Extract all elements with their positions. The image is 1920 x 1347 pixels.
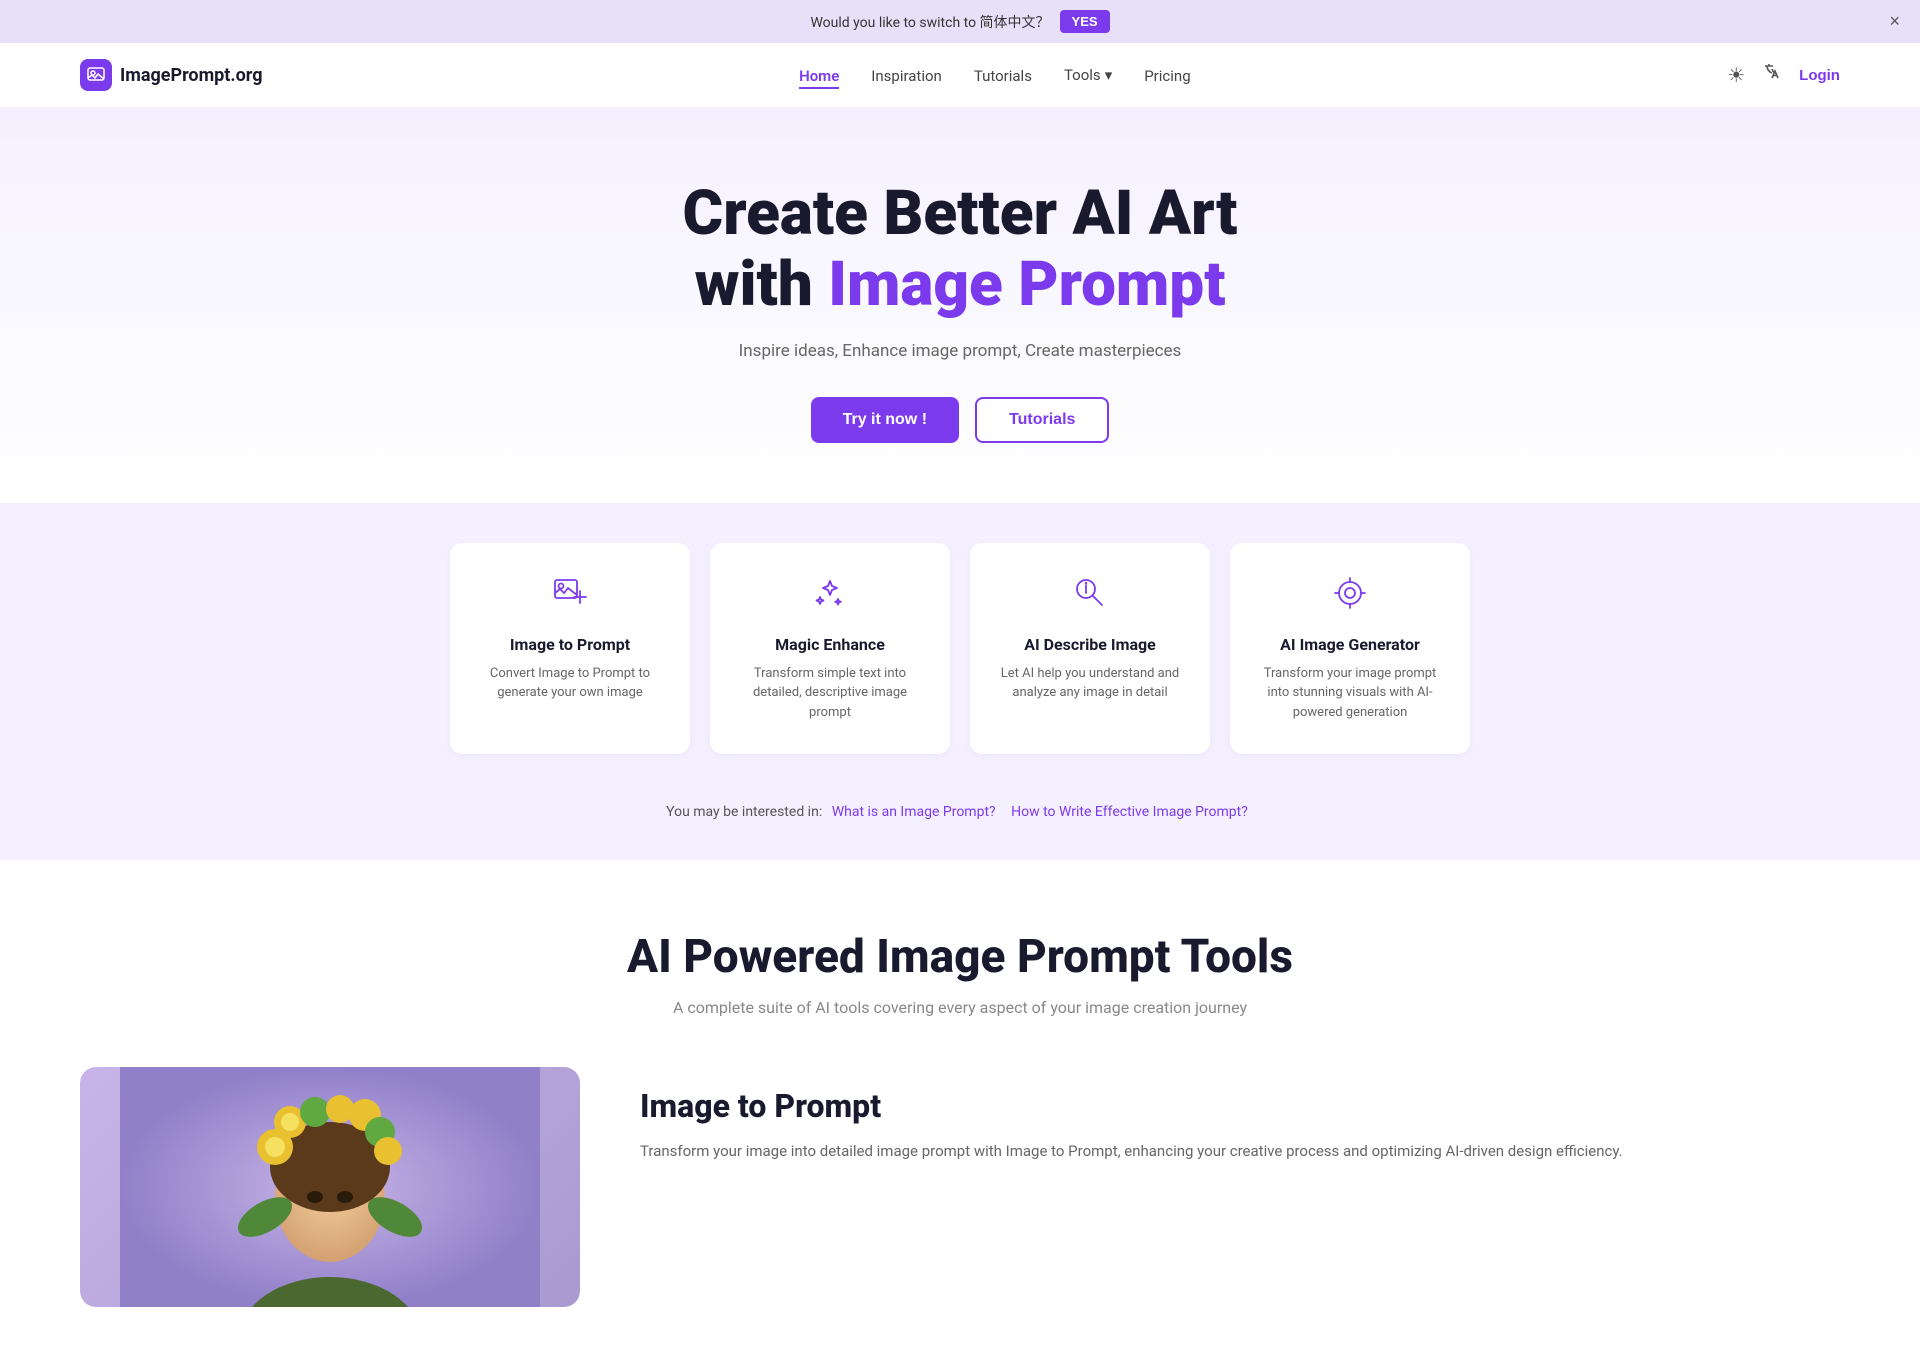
- hero-subtitle: Inspire ideas, Enhance image prompt, Cre…: [20, 341, 1900, 361]
- top-banner: Would you like to switch to 简体中文？ YES ×: [0, 0, 1920, 43]
- interested-link1[interactable]: What is an Image Prompt?: [832, 804, 996, 820]
- flower-image-svg: [120, 1067, 540, 1307]
- card1-title: Image to Prompt: [474, 635, 666, 654]
- banner-close-button[interactable]: ×: [1889, 11, 1900, 32]
- banner-yes-button[interactable]: YES: [1060, 10, 1110, 33]
- nav-item-tools[interactable]: Tools ▾: [1064, 66, 1112, 84]
- nav-right: ☀ Login: [1727, 61, 1840, 89]
- card3-title: AI Describe Image: [994, 635, 1186, 654]
- chevron-down-icon: ▾: [1105, 66, 1113, 84]
- card4-desc: Transform your image prompt into stunnin…: [1254, 664, 1446, 723]
- tool-feature-title: Image to Prompt: [640, 1087, 1840, 1125]
- interested-link2[interactable]: How to Write Effective Image Prompt?: [1011, 804, 1248, 820]
- hero-heading: Create Better AI Art with Image Prompt: [20, 178, 1900, 321]
- interested-section: You may be interested in: What is an Ima…: [0, 794, 1920, 860]
- nav-logo[interactable]: ImagePrompt.org: [80, 59, 262, 91]
- feature-card-magic-enhance[interactable]: Magic Enhance Transform simple text into…: [710, 543, 950, 755]
- tool-feature-text: Image to Prompt Transform your image int…: [640, 1067, 1840, 1165]
- nav-links: Home Inspiration Tutorials Tools ▾ Prici…: [799, 66, 1191, 85]
- tool-feature-row: Image to Prompt Transform your image int…: [80, 1067, 1840, 1307]
- card2-desc: Transform simple text into detailed, des…: [734, 664, 926, 723]
- logo-icon: [80, 59, 112, 91]
- card2-title: Magic Enhance: [734, 635, 926, 654]
- banner-text: Would you like to switch to 简体中文？: [810, 12, 1049, 32]
- sun-icon: ☀: [1727, 65, 1745, 87]
- try-it-now-button[interactable]: Try it now !: [811, 397, 959, 443]
- nav-item-home[interactable]: Home: [799, 66, 839, 85]
- ai-tools-section: AI Powered Image Prompt Tools A complete…: [0, 860, 1920, 1347]
- hero-buttons: Try it now ! Tutorials: [20, 397, 1900, 443]
- nav-item-pricing[interactable]: Pricing: [1144, 66, 1190, 85]
- feature-card-image-to-prompt[interactable]: Image to Prompt Convert Image to Prompt …: [450, 543, 690, 755]
- tool-feature-image: [80, 1067, 580, 1307]
- theme-toggle-button[interactable]: ☀: [1727, 63, 1745, 88]
- tutorials-button[interactable]: Tutorials: [975, 397, 1109, 443]
- interested-label: You may be interested in:: [666, 804, 822, 820]
- ai-describe-icon: [994, 575, 1186, 619]
- tool-feature-desc: Transform your image into detailed image…: [640, 1139, 1840, 1165]
- nav-item-tutorials[interactable]: Tutorials: [974, 66, 1032, 85]
- ai-tools-subtitle: A complete suite of AI tools covering ev…: [80, 998, 1840, 1017]
- feature-cards: Image to Prompt Convert Image to Prompt …: [0, 503, 1920, 795]
- card1-desc: Convert Image to Prompt to generate your…: [474, 664, 666, 703]
- card4-title: AI Image Generator: [1254, 635, 1446, 654]
- hero-line2-purple: Image Prompt: [828, 248, 1225, 321]
- image-preview: [80, 1067, 580, 1307]
- translate-button[interactable]: [1761, 61, 1783, 89]
- feature-card-ai-describe[interactable]: AI Describe Image Let AI help you unders…: [970, 543, 1210, 755]
- card3-desc: Let AI help you understand and analyze a…: [994, 664, 1186, 703]
- translate-icon: [1761, 66, 1783, 88]
- magic-enhance-icon: [734, 575, 926, 619]
- image-to-prompt-icon: [474, 575, 666, 619]
- ai-tools-heading: AI Powered Image Prompt Tools: [80, 930, 1840, 984]
- nav-item-inspiration[interactable]: Inspiration: [871, 66, 942, 85]
- hero-section: Create Better AI Art with Image Prompt I…: [0, 108, 1920, 503]
- ai-generator-icon: [1254, 575, 1446, 619]
- logo-text: ImagePrompt.org: [120, 65, 262, 86]
- navbar: ImagePrompt.org Home Inspiration Tutoria…: [0, 43, 1920, 108]
- login-button[interactable]: Login: [1799, 67, 1840, 84]
- hero-line1: Create Better AI Art: [683, 177, 1238, 250]
- feature-card-ai-generator[interactable]: AI Image Generator Transform your image …: [1230, 543, 1470, 755]
- hero-line2-plain: with: [694, 248, 828, 321]
